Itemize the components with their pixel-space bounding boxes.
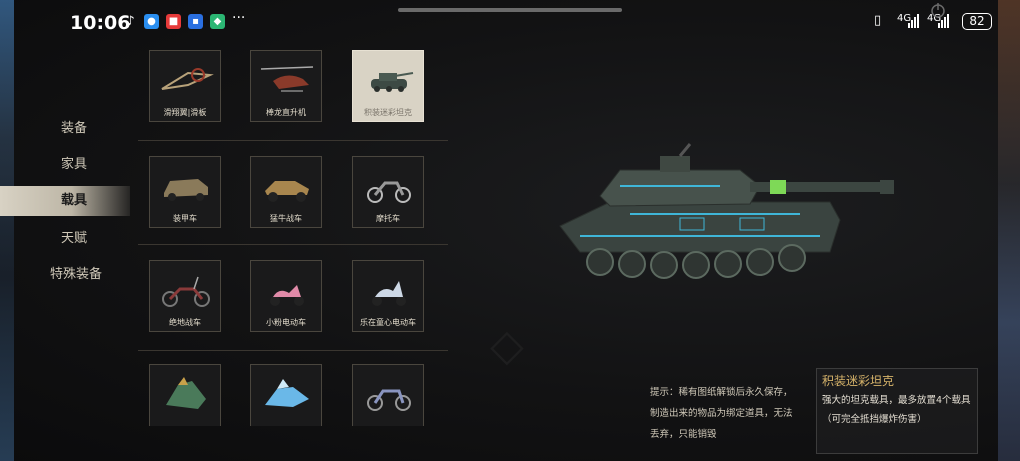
app-icon: ■	[166, 14, 181, 29]
grid-item[interactable]: 棒龙直升机	[250, 50, 322, 122]
grid-item[interactable]: 滑翔翼|滑板	[149, 50, 221, 122]
grid-item[interactable]: 摩托车	[352, 156, 424, 228]
ice-bike-icon	[265, 379, 309, 407]
grid-item-label: 积装迷彩坦克	[364, 108, 412, 117]
chat-icon: ●	[144, 14, 159, 29]
helicopter-icon	[260, 66, 314, 92]
menu-item-label: 装备	[61, 121, 88, 136]
grid-item[interactable]	[149, 364, 221, 426]
menu-item-equipment[interactable]: 装备	[0, 114, 130, 144]
scooter-icon	[372, 281, 406, 306]
shield-icon: ◆	[210, 14, 225, 29]
menu-item-talent[interactable]: 天赋	[0, 224, 130, 254]
row-divider	[138, 350, 448, 351]
tank-preview[interactable]	[540, 140, 910, 300]
glider-icon	[161, 68, 214, 90]
grid-item-label: 猛牛战车	[270, 214, 302, 223]
right-edge-background	[998, 0, 1020, 461]
tip-text: 提示：稀有图纸解锁后永久保存，制造出来的物品为绑定道具，无法丢弃，只能销毁	[650, 387, 793, 440]
status-bar: 10:06 ♪ ● ■ ▪ ◆ ··· ▯ 4G 4G 82	[0, 0, 1020, 46]
chopper-bike-icon	[162, 276, 210, 307]
home-indicator[interactable]	[398, 8, 622, 12]
menu-item-label: 载具	[61, 193, 88, 208]
grid-item[interactable]: 绝地战车	[149, 260, 221, 332]
menu-item-vehicles[interactable]: 载具	[0, 186, 130, 216]
battery-indicator: 82	[962, 13, 992, 30]
detail-description: 强大的坦克载具，最多放置4个载具（可完全抵挡爆炸伤害）	[822, 395, 971, 425]
vibrate-icon: ▯	[874, 13, 882, 28]
menu-item-label: 天赋	[61, 231, 88, 246]
row-divider	[138, 140, 448, 141]
grid-item[interactable]: 猛牛战车	[250, 156, 322, 228]
detail-panel: 积装迷彩坦克 强大的坦克载具，最多放置4个载具（可完全抵挡爆炸伤害）	[816, 368, 978, 454]
classic-motorbike-icon	[367, 389, 411, 411]
menu-item-label: 特殊装备	[50, 267, 103, 282]
status-time: 10:06	[70, 12, 131, 34]
grid-item[interactable]: 乐在童心电动车	[352, 260, 424, 332]
dragon-bike-icon	[166, 377, 206, 409]
grid-item-label: 绝地战车	[169, 318, 201, 327]
signal-icon-1	[908, 14, 919, 28]
grid-item[interactable]: 小粉电动车	[250, 260, 322, 332]
grid-item[interactable]	[250, 364, 322, 426]
grid-item-label: 乐在童心电动车	[360, 318, 416, 327]
buggy-icon	[265, 181, 309, 202]
grid-item[interactable]	[352, 364, 424, 426]
grid-item-label: 滑翔翼|滑板	[163, 108, 207, 117]
tank-icon	[371, 72, 414, 92]
menu-item-special-equipment[interactable]: 特殊装备	[0, 260, 130, 290]
grid-item-label: 装甲车	[173, 214, 197, 223]
armored-car-icon	[164, 179, 208, 201]
menu-item-furniture[interactable]: 家具	[0, 150, 130, 180]
row-divider	[138, 244, 448, 245]
grid-item-label: 小粉电动车	[266, 318, 306, 327]
grid-item-selected[interactable]: 积装迷彩坦克	[352, 50, 424, 122]
grid-item[interactable]: 装甲车	[149, 156, 221, 228]
power-icon[interactable]	[930, 2, 946, 18]
background-watermark: ◇	[490, 320, 524, 371]
grid-item-label: 摩托车	[376, 214, 400, 223]
vehicle-grid: 滑翔翼|滑板 棒龙直升机 积装迷彩坦克 装甲车 猛牛战车 摩托车 绝地战车 小粉…	[130, 46, 448, 426]
grid-item-label: 棒龙直升机	[266, 108, 306, 117]
pink-scooter-icon	[270, 285, 304, 306]
tiktok-icon: ♪	[126, 14, 135, 29]
app-icon-2: ▪	[188, 14, 203, 29]
more-icon: ···	[232, 10, 246, 26]
detail-title: 积装迷彩坦克	[822, 374, 895, 388]
motorcycle-icon	[367, 181, 411, 203]
menu-item-label: 家具	[61, 157, 88, 172]
